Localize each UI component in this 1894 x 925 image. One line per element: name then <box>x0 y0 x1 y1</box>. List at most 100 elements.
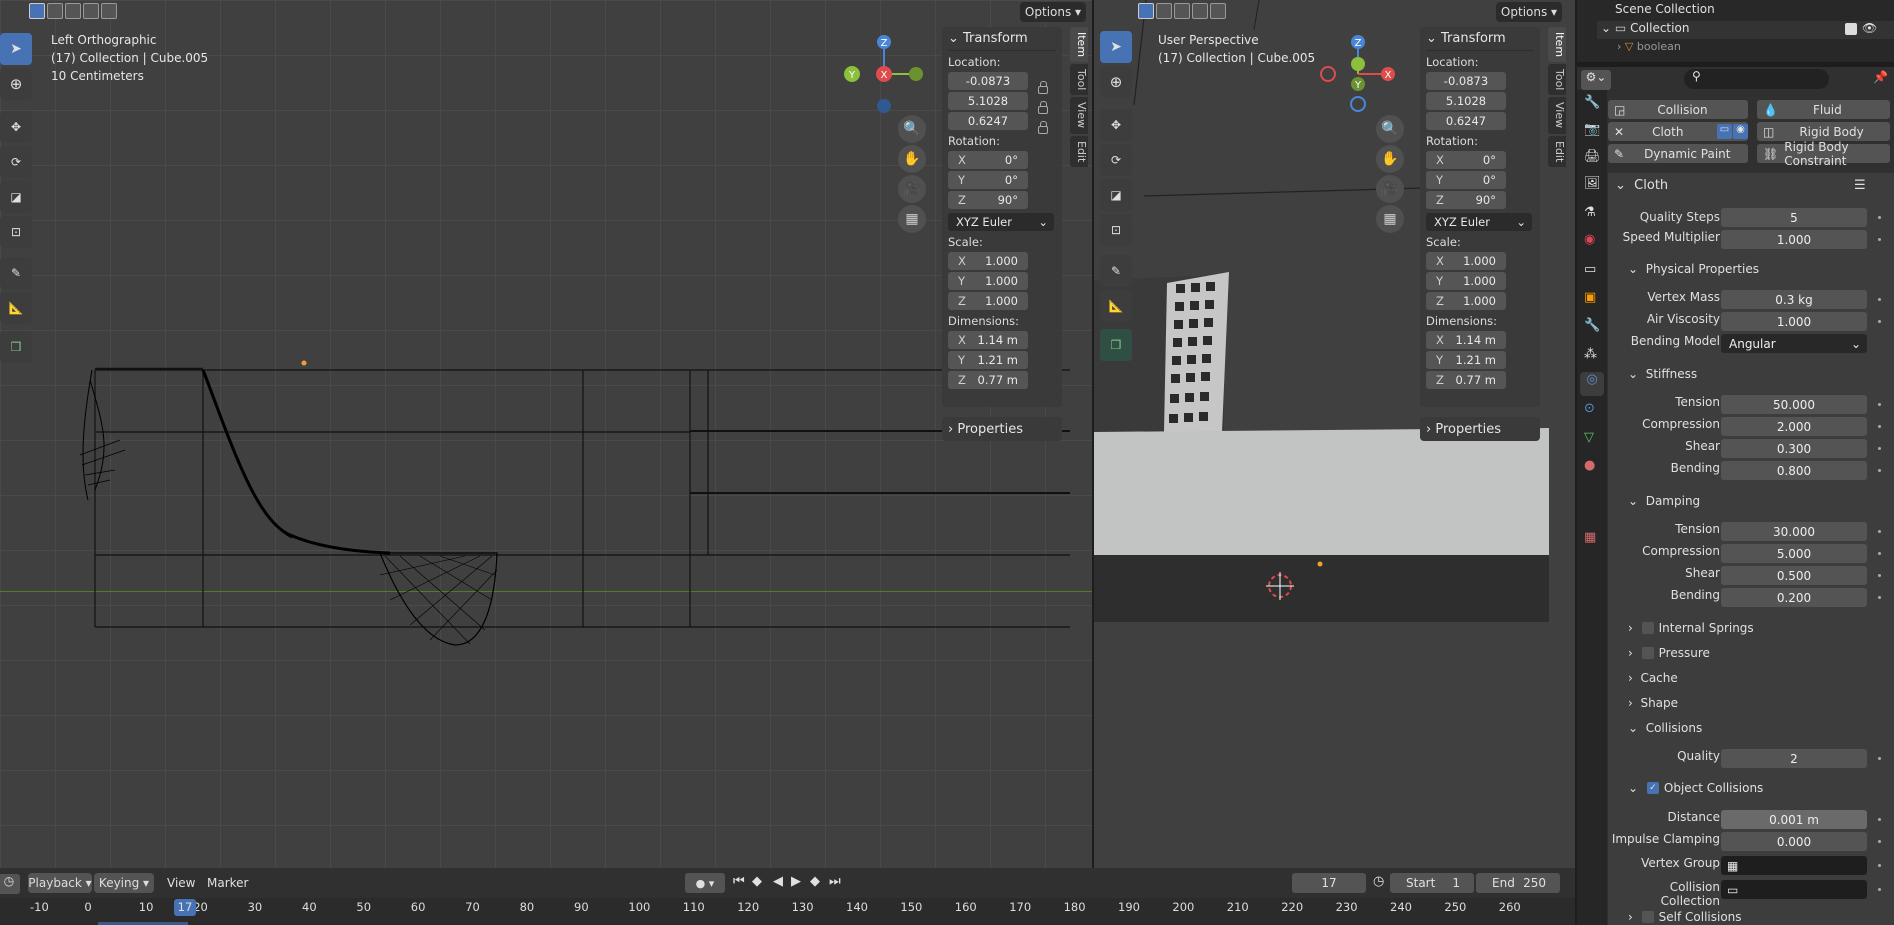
bending-model-dropdown[interactable]: Angular ⌄ <box>1721 334 1867 353</box>
collection-properties-tab[interactable]: ▭ <box>1584 262 1596 277</box>
rotate-tool-button[interactable]: ⟳ <box>0 146 32 178</box>
tab-item[interactable]: Item <box>1070 27 1088 63</box>
left-viewport[interactable]: Options ▾ Left Orthographic (17) Collect… <box>0 0 1092 868</box>
properties-panel-header[interactable]: › Properties <box>942 417 1062 441</box>
particles-properties-tab[interactable]: ⁂ <box>1584 347 1597 362</box>
properties-panel-header-right[interactable]: › Properties <box>1420 417 1540 441</box>
location-z-field[interactable]: 0.6247 <box>948 112 1028 130</box>
axis-gizmo-right[interactable]: Z Y X <box>1314 30 1404 115</box>
keyframe-dot[interactable] <box>1878 864 1881 867</box>
rigid-body-constraint-button[interactable]: ⛓ Rigid Body Constraint <box>1757 140 1890 168</box>
keyframe-dot[interactable] <box>1878 574 1881 577</box>
preview-range-icon[interactable]: ◷ <box>1373 874 1384 889</box>
select-tool-button[interactable]: ➤ <box>1100 31 1132 63</box>
options-button[interactable]: Options ▾ <box>1020 2 1086 22</box>
stiffness-tension-field[interactable]: 50.000 <box>1721 395 1867 414</box>
quality-steps-field[interactable]: 5 <box>1721 208 1867 227</box>
pan-hand-icon[interactable]: ✋ <box>898 145 926 173</box>
add-cube-tool-button[interactable]: ❒ <box>1100 329 1132 361</box>
axis-gizmo[interactable]: Z Y X <box>840 30 930 115</box>
damping-header[interactable]: ⌄ Damping <box>1628 494 1700 508</box>
collision-quality-field[interactable]: 2 <box>1721 749 1867 768</box>
jump-end-icon[interactable]: ⏭ <box>829 874 841 889</box>
render-properties-tab[interactable]: 📷 <box>1584 122 1600 137</box>
keyframe-dot[interactable] <box>1878 238 1881 241</box>
internal-springs-header[interactable]: › Internal Springs <box>1628 621 1754 635</box>
rotate-tool-button[interactable]: ⟳ <box>1100 144 1132 176</box>
collection-row[interactable]: ⌄ ▭ Collection <box>1601 21 1689 35</box>
tab-tool[interactable]: Tool <box>1548 64 1566 96</box>
keyframe-dot[interactable] <box>1878 596 1881 599</box>
scale-z-field[interactable]: Z 1.000 <box>1426 292 1506 310</box>
scene-properties-tab[interactable]: ⚗ <box>1584 205 1596 220</box>
cursor-tool-button[interactable]: ⊕ <box>1100 66 1132 98</box>
pan-hand-icon[interactable]: ✋ <box>1376 145 1404 173</box>
collapse-arrow-icon[interactable]: ⌄ <box>948 31 963 46</box>
tab-tool[interactable]: Tool <box>1070 64 1088 96</box>
damping-compression-field[interactable]: 5.000 <box>1721 544 1867 563</box>
keying-menu[interactable]: Keying ▾ <box>94 873 154 893</box>
material-properties-tab[interactable]: ● <box>1584 458 1595 473</box>
object-collisions-header[interactable]: ⌄ ✓ Object Collisions <box>1628 781 1763 795</box>
object-collisions-checkbox[interactable]: ✓ <box>1646 782 1659 794</box>
physics-properties-tab[interactable]: ◎ <box>1580 372 1604 396</box>
camera-icon[interactable]: 🎥 <box>898 175 926 203</box>
stiffness-shear-field[interactable]: 0.300 <box>1721 439 1867 458</box>
tab-view[interactable]: View <box>1548 97 1566 134</box>
scale-y-field[interactable]: Y 1.000 <box>948 272 1028 290</box>
current-frame-field[interactable]: 17 <box>1292 873 1366 893</box>
grid-view-icon[interactable]: ▦ <box>898 205 926 233</box>
keyframe-dot[interactable] <box>1878 757 1881 760</box>
transform-tool-button[interactable]: ⊡ <box>0 216 32 248</box>
dimension-x-field[interactable]: X 1.14 m <box>948 331 1028 349</box>
scale-tool-button[interactable]: ◪ <box>1100 179 1132 211</box>
collection-checkbox[interactable] <box>1845 23 1857 35</box>
object-properties-tab[interactable]: ▣ <box>1584 290 1596 305</box>
self-collisions-header[interactable]: › Self Collisions <box>1628 910 1742 924</box>
zoom-icon[interactable]: 🔍 <box>1376 115 1404 143</box>
keyframe-dot[interactable] <box>1878 818 1881 821</box>
annotate-tool-button[interactable]: ✎ <box>0 257 32 289</box>
properties-search-input[interactable]: ⚲ <box>1684 69 1829 89</box>
cache-header[interactable]: › Cache <box>1628 671 1678 685</box>
internal-springs-checkbox[interactable] <box>1641 622 1654 634</box>
keyframe-dot[interactable] <box>1878 216 1881 219</box>
scale-x-field[interactable]: X 1.000 <box>1426 252 1506 270</box>
physical-properties-header[interactable]: ⌄ Physical Properties <box>1628 262 1894 284</box>
scale-x-field[interactable]: X 1.000 <box>948 252 1028 270</box>
scale-z-field[interactable]: Z 1.000 <box>948 292 1028 310</box>
camera-icon[interactable]: 🎥 <box>1376 175 1404 203</box>
play-icon[interactable]: ▶ <box>791 874 801 889</box>
fluid-button[interactable]: 💧 Fluid <box>1757 100 1890 119</box>
cloth-button[interactable]: ✕ Cloth ▭ ◉ <box>1608 122 1748 141</box>
tab-item[interactable]: Item <box>1548 27 1566 63</box>
rotation-y-field[interactable]: Y 0° <box>948 171 1028 189</box>
jump-start-icon[interactable]: ⏮ <box>733 874 745 889</box>
stiffness-bending-field[interactable]: 0.800 <box>1721 461 1867 480</box>
outliner-item[interactable]: › ▽ boolean <box>1617 40 1681 53</box>
collision-button[interactable]: ◲ Collision <box>1608 100 1748 119</box>
play-reverse-icon[interactable]: ◀ <box>773 874 783 889</box>
record-button[interactable]: ● ▾ <box>685 873 725 893</box>
pin-icon[interactable]: 📌 <box>1873 70 1888 84</box>
move-tool-button[interactable]: ✥ <box>1100 109 1132 141</box>
pressure-checkbox[interactable] <box>1641 647 1654 659</box>
rotation-x-field[interactable]: X 0° <box>1426 151 1506 169</box>
damping-tension-field[interactable]: 30.000 <box>1721 522 1867 541</box>
rigid-body-button[interactable]: ◫ Rigid Body <box>1757 122 1890 141</box>
perspective-toggle-icon[interactable]: ▦ <box>1376 205 1404 233</box>
tab-edit[interactable]: Edit <box>1548 135 1566 167</box>
lock-icon[interactable] <box>1038 121 1048 134</box>
vertex-group-field[interactable]: ▦ <box>1721 856 1867 875</box>
output-properties-tab[interactable]: 🖨 <box>1584 149 1601 164</box>
cursor-tool-button[interactable]: ⊕ <box>0 68 32 100</box>
dimension-x-field[interactable]: X 1.14 m <box>1426 331 1506 349</box>
keyframe-dot[interactable] <box>1878 840 1881 843</box>
damping-shear-field[interactable]: 0.500 <box>1721 566 1867 585</box>
location-y-field[interactable]: 5.1028 <box>948 92 1028 110</box>
properties-editor-type-button[interactable]: ⚙⌄ <box>1581 70 1611 90</box>
lock-icon[interactable] <box>1038 101 1048 114</box>
prev-keyframe-icon[interactable]: ◆ <box>752 874 762 889</box>
end-frame-field[interactable]: End 250 <box>1476 873 1560 893</box>
impulse-clamping-field[interactable]: 0.000 <box>1721 832 1867 851</box>
